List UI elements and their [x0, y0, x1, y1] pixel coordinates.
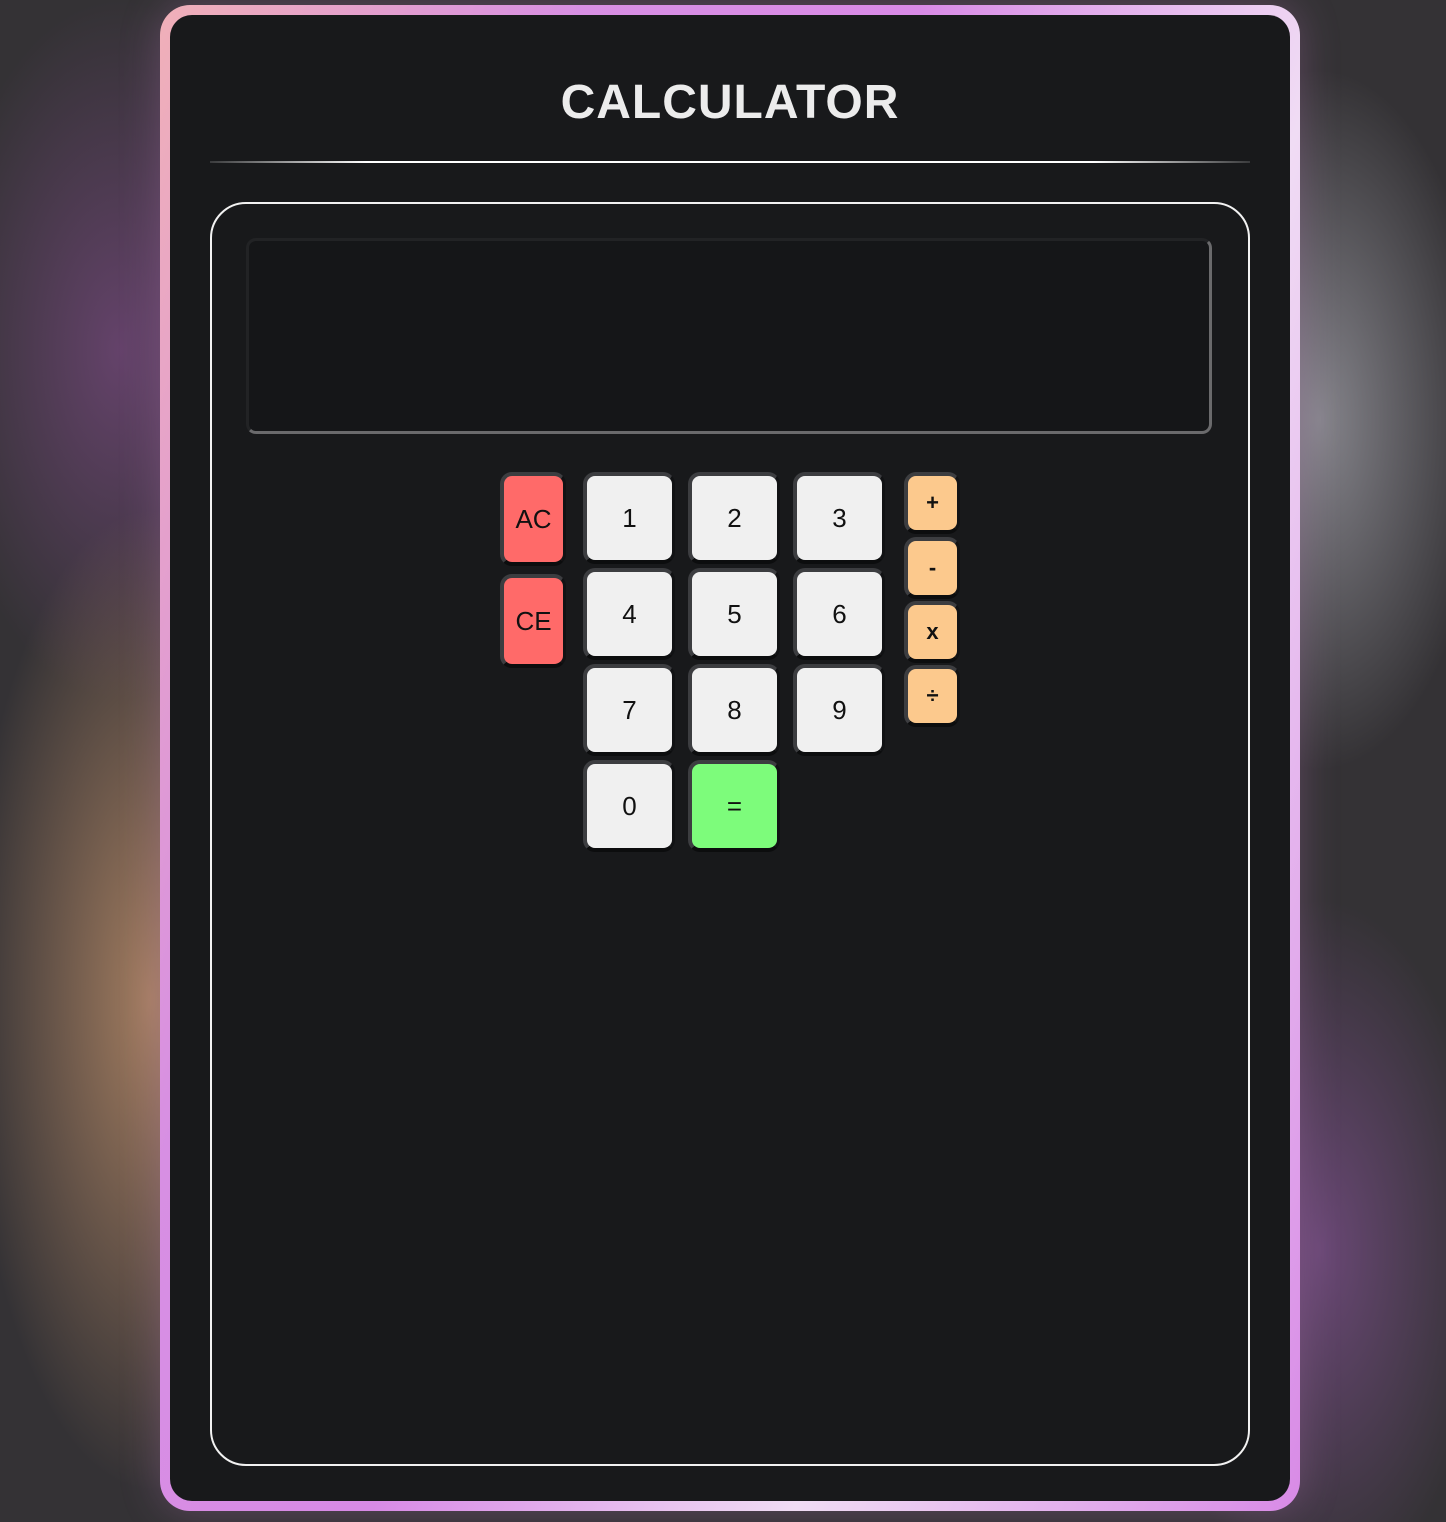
calculator-frame: CALCULATOR AC CE 1 2 3 4 5 6 7 8 9 0 = +…	[160, 5, 1300, 1511]
digit-9-button[interactable]: 9	[793, 664, 885, 756]
title-divider	[210, 161, 1250, 163]
calculator-display	[246, 238, 1212, 434]
digit-8-button[interactable]: 8	[688, 664, 780, 756]
digit-2-button[interactable]: 2	[688, 472, 780, 564]
page-title: CALCULATOR	[560, 76, 900, 129]
minus-button[interactable]: -	[904, 537, 960, 599]
digit-1-button[interactable]: 1	[583, 472, 675, 564]
multiply-button[interactable]: x	[904, 601, 960, 663]
ce-button[interactable]: CE	[500, 574, 566, 668]
plus-button[interactable]: +	[904, 472, 960, 534]
calculator-card: CALCULATOR AC CE 1 2 3 4 5 6 7 8 9 0 = +…	[170, 15, 1290, 1501]
divide-button[interactable]: ÷	[904, 665, 960, 727]
digit-3-button[interactable]: 3	[793, 472, 885, 564]
digit-5-button[interactable]: 5	[688, 568, 780, 660]
calculator-panel: AC CE 1 2 3 4 5 6 7 8 9 0 = + - x ÷	[210, 202, 1250, 1466]
digit-0-button[interactable]: 0	[583, 760, 675, 852]
digit-6-button[interactable]: 6	[793, 568, 885, 660]
digit-7-button[interactable]: 7	[583, 664, 675, 756]
ac-button[interactable]: AC	[500, 472, 566, 566]
digit-4-button[interactable]: 4	[583, 568, 675, 660]
equals-button[interactable]: =	[688, 760, 780, 852]
